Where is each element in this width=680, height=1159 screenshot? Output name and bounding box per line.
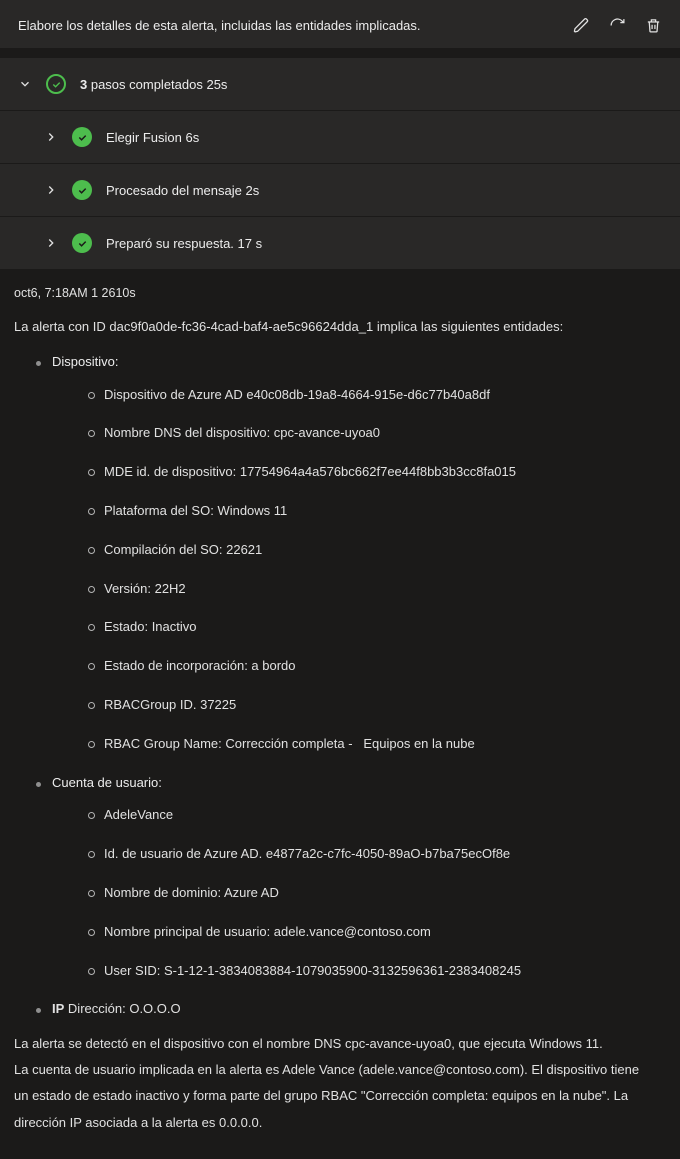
prompt-text: Elabore los detalles de esta alerta, inc… [18, 18, 421, 33]
device-list: Dispositivo de Azure AD e40c08db-19a8-46… [52, 385, 666, 755]
list-item: Nombre principal de usuario: adele.vance… [52, 922, 666, 943]
chevron-right-icon [44, 183, 58, 197]
list-item: Estado: Inactivo [52, 617, 666, 638]
chevron-right-icon [44, 130, 58, 144]
step-row[interactable]: Preparó su respuesta. 17 s [0, 216, 680, 269]
steps-summary-rest: pasos completados 25s [87, 77, 227, 92]
refresh-icon[interactable] [608, 16, 626, 34]
list-item: Id. de usuario de Azure AD. e4877a2c-c7f… [52, 844, 666, 865]
list-item: Compilación del SO: 22621 [52, 540, 666, 561]
check-circle-icon [72, 180, 92, 200]
step-label: Procesado del mensaje 2s [106, 183, 259, 198]
list-item: Nombre de dominio: Azure AD [52, 883, 666, 904]
list-item: AdeleVance [52, 805, 666, 826]
step-row[interactable]: Procesado del mensaje 2s [0, 163, 680, 216]
step-label: Preparó su respuesta. 17 s [106, 236, 262, 251]
list-item: Nombre DNS del dispositivo: cpc-avance-u… [52, 423, 666, 444]
delete-icon[interactable] [644, 16, 662, 34]
check-circle-icon [72, 127, 92, 147]
response-timestamp: oct6, 7:18AM 1 2610s [14, 283, 666, 303]
list-item: RBAC Group Name: Corrección completa - E… [52, 734, 666, 755]
list-item: MDE id. de dispositivo: 17754964a4a576bc… [52, 462, 666, 483]
device-section: Dispositivo: Dispositivo de Azure AD e40… [14, 352, 666, 755]
step-label: Elegir Fusion 6s [106, 130, 199, 145]
edit-icon[interactable] [572, 16, 590, 34]
list-item: Versión: 22H2 [52, 579, 666, 600]
summary-block: La alerta se detectó en el dispositivo c… [14, 1034, 666, 1133]
check-circle-icon [46, 74, 66, 94]
list-item: Estado de incorporación: a bordo [52, 656, 666, 677]
summary-line: un estado de estado inactivo y forma par… [14, 1086, 666, 1106]
lead-paragraph: La alerta con ID dac9f0a0de-fc36-4cad-ba… [14, 317, 666, 338]
ip-label: IP [52, 1001, 64, 1016]
user-list: AdeleVance Id. de usuario de Azure AD. e… [52, 805, 666, 981]
user-title: Cuenta de usuario: [52, 775, 162, 790]
ip-section: IP Dirección: O.O.O.O [14, 999, 666, 1020]
check-circle-icon [72, 233, 92, 253]
device-title: Dispositivo: [52, 354, 118, 369]
ip-value: Dirección: O.O.O.O [68, 1001, 181, 1016]
steps-summary-row[interactable]: 3 pasos completados 25s [0, 58, 680, 110]
summary-line: La alerta se detectó en el dispositivo c… [14, 1034, 666, 1054]
header-actions [572, 16, 662, 34]
prompt-header: Elabore los detalles de esta alerta, inc… [0, 0, 680, 48]
steps-summary-label: 3 pasos completados 25s [80, 77, 227, 92]
list-item: Dispositivo de Azure AD e40c08db-19a8-46… [52, 385, 666, 406]
chevron-right-icon [44, 236, 58, 250]
summary-line: La cuenta de usuario implicada en la ale… [14, 1060, 666, 1080]
chevron-down-icon [18, 77, 32, 91]
list-item: User SID: S-1-12-1-3834083884-1079035900… [52, 961, 666, 982]
list-item: Plataforma del SO: Windows 11 [52, 501, 666, 522]
step-row[interactable]: Elegir Fusion 6s [0, 110, 680, 163]
response-body: oct6, 7:18AM 1 2610s La alerta con ID da… [0, 269, 680, 1159]
list-item: RBACGroup ID. 37225 [52, 695, 666, 716]
user-section: Cuenta de usuario: AdeleVance Id. de usu… [14, 773, 666, 982]
